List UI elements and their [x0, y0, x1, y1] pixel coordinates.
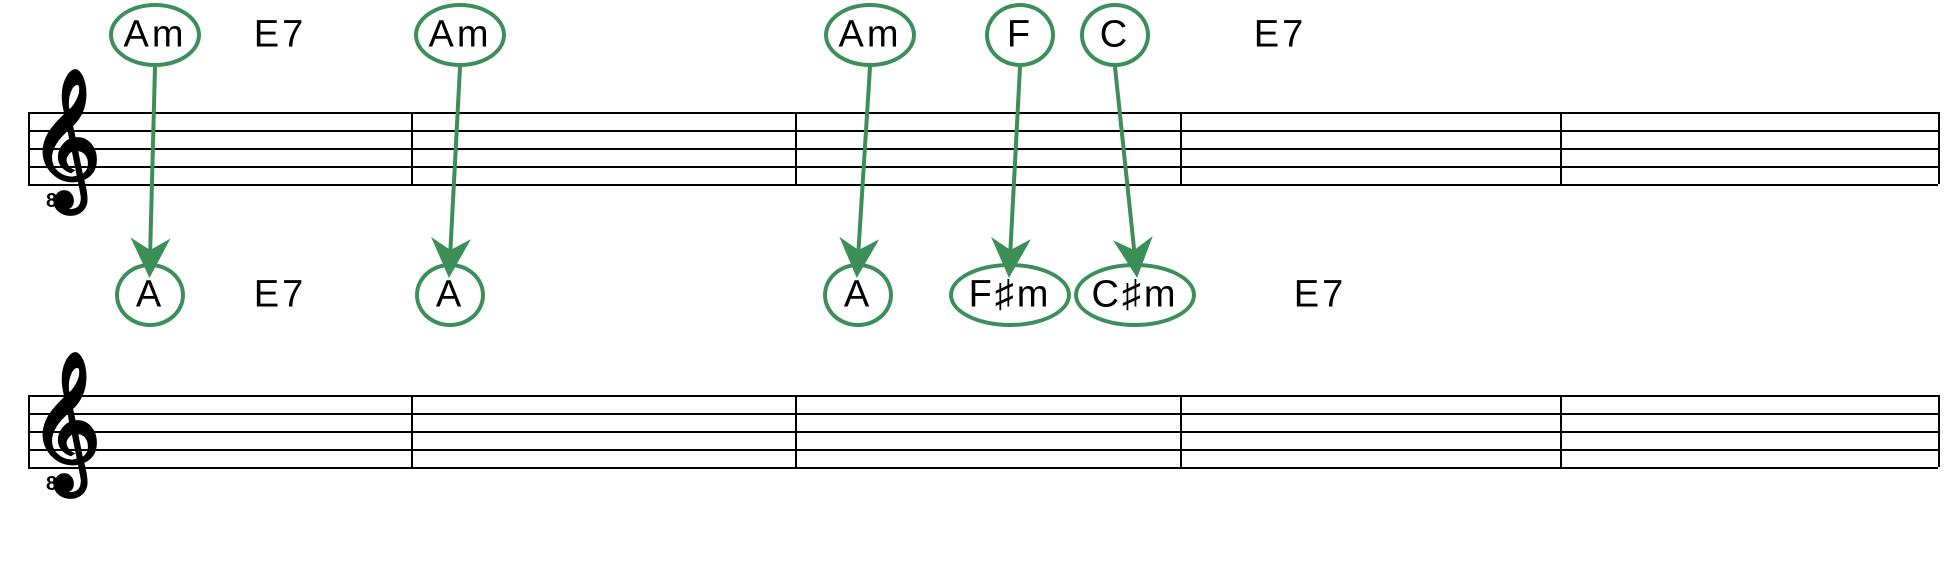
substitution-arrow	[150, 67, 155, 258]
music-diagram: 𝄞8𝄞8AmE7AmAmFCE7AE7AAF♯mC♯mE7	[0, 0, 1956, 574]
substitution-arrow	[450, 67, 460, 258]
substitution-arrow	[1010, 67, 1020, 258]
substitution-arrow	[1115, 67, 1135, 258]
substitution-arrow	[858, 67, 870, 258]
arrows-layer	[0, 0, 1956, 574]
